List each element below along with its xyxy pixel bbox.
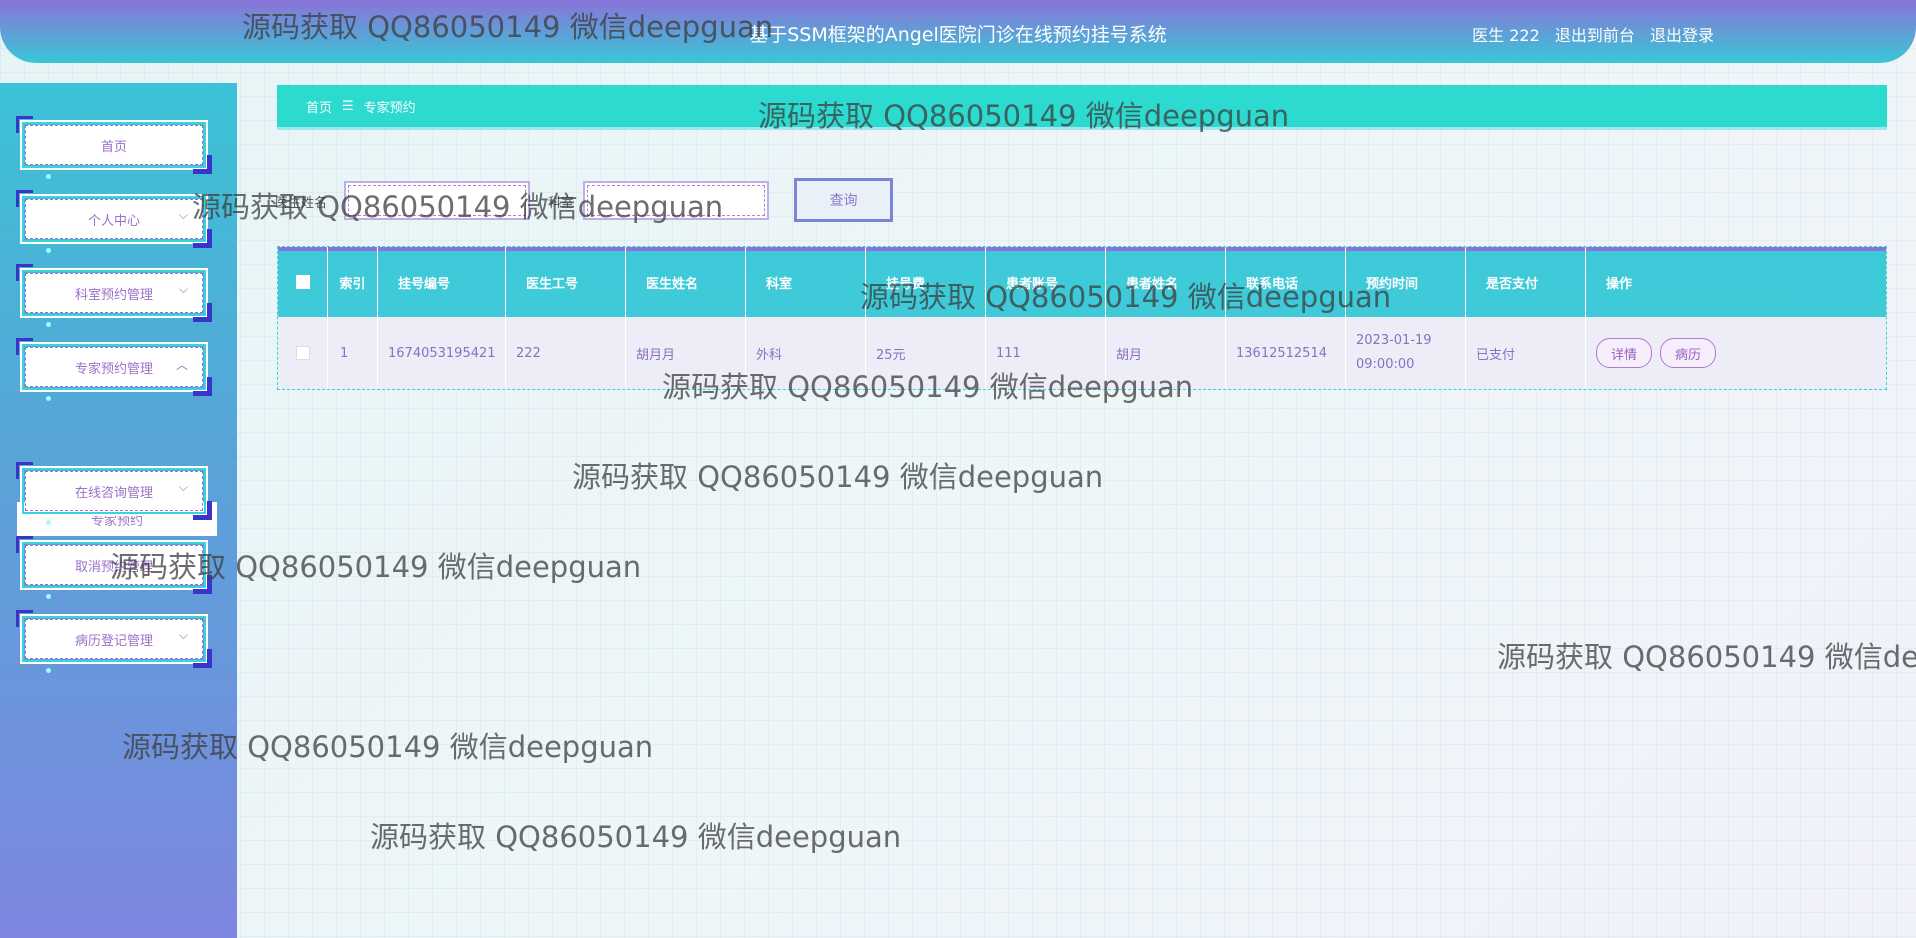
cell-index: 1 [328,317,378,389]
cell-doctor-no: 222 [506,317,626,389]
sidebar-item-dept-booking[interactable]: 科室预约管理 ⌵ [16,264,212,327]
cell-patient-account: 111 [986,317,1106,389]
cell-actions: 详情 病历 [1586,317,1886,389]
breadcrumb: 首页 ☰ 专家预约 [277,85,1887,130]
cell-paid: 已支付 [1466,317,1586,389]
watermark: 源码获取 QQ86050149 微信deepguan [370,820,902,854]
dept-label: 科室 [548,196,575,211]
chevron-up-icon: ︿ [175,358,188,372]
sidebar-item-label: 病历登记管理 [25,619,203,659]
sidebar-item-label: 首页 [25,125,203,165]
cell-fee: 25元 [866,317,986,389]
chevron-down-icon: ⌵ [178,480,188,494]
doctor-name-label: 医生姓名 [275,196,328,211]
medical-record-button[interactable]: 病历 [1660,338,1717,368]
watermark: 源码获取 QQ86050149 微信deepguan [572,460,1104,494]
col-dept: 科室 [746,247,866,317]
col-time: 预约时间 [1346,247,1466,317]
sidebar-item-records[interactable]: 病历登记管理 ⌵ [16,610,212,673]
logout-link[interactable]: 退出登录 [1650,26,1714,45]
sidebar-item-home[interactable]: 首页 [16,116,212,179]
cell-time: 2023-01-19 09:00:00 [1346,317,1466,389]
sidebar-item-label: 科室预约管理 [25,273,203,313]
breadcrumb-separator-icon: ☰ [342,98,354,114]
col-patient-name: 患者姓名 [1106,247,1226,317]
sidebar-item-expert-booking[interactable]: 专家预约管理 ︿ [16,338,212,401]
table-header: 索引 挂号编号 医生工号 医生姓名 科室 挂号费 患者账号 患者姓名 联系电话 … [278,247,1886,317]
sidebar-item-consult[interactable]: 在线咨询管理 ⌵ [16,462,212,525]
cell-dept: 外科 [746,317,866,389]
detail-button[interactable]: 详情 [1596,338,1653,368]
sidebar-item-label: 个人中心 [25,199,203,239]
dept-input[interactable] [583,181,769,220]
sidebar: 首页 个人中心 ⌵ 科室预约管理 ⌵ 专家预约管理 ︿ 专家预约 在线咨询管理 … [0,83,237,938]
col-fee: 挂号费 [866,247,986,317]
cell-phone: 13612512514 [1226,317,1346,389]
col-reg-no: 挂号编号 [378,247,506,317]
back-to-front-link[interactable]: 退出到前台 [1555,26,1635,45]
cell-doctor-name: 胡月月 [626,317,746,389]
cell-reg-no: 1674053195421 [378,317,506,389]
search-button[interactable]: 查询 [794,178,893,222]
doctor-name-input[interactable] [344,181,530,220]
sidebar-item-cancel[interactable]: 取消预约管理 [16,536,212,599]
chevron-down-icon: ⌵ [178,628,188,642]
select-all-checkbox[interactable] [278,247,328,317]
top-bar: 基于SSM框架的Angel医院门诊在线预约挂号系统 医生 222 退出到前台 退… [0,0,1916,63]
col-patient-account: 患者账号 [986,247,1106,317]
col-phone: 联系电话 [1226,247,1346,317]
table-row: 1 1674053195421 222 胡月月 外科 25元 111 胡月 13… [278,317,1886,389]
row-checkbox[interactable] [278,317,328,389]
watermark: 源码获取 QQ86050149 微信deepguan [1497,640,1916,674]
breadcrumb-home[interactable]: 首页 [306,97,332,116]
col-paid: 是否支付 [1466,247,1586,317]
user-menu: 医生 222 退出到前台 退出登录 [1472,22,1714,46]
col-doctor-no: 医生工号 [506,247,626,317]
user-role: 医生 222 [1472,26,1540,45]
chevron-down-icon: ⌵ [178,282,188,296]
cell-patient-name: 胡月 [1106,317,1226,389]
chevron-down-icon: ⌵ [178,208,188,222]
col-actions: 操作 [1606,276,1633,292]
sidebar-item-label: 在线咨询管理 [25,471,203,511]
sidebar-item-label: 取消预约管理 [25,545,203,585]
data-table: 索引 挂号编号 医生工号 医生姓名 科室 挂号费 患者账号 患者姓名 联系电话 … [277,246,1887,390]
breadcrumb-current: 专家预约 [363,100,416,116]
col-doctor-name: 医生姓名 [626,247,746,317]
col-index: 索引 [328,247,378,317]
sidebar-item-profile[interactable]: 个人中心 ⌵ [16,190,212,253]
